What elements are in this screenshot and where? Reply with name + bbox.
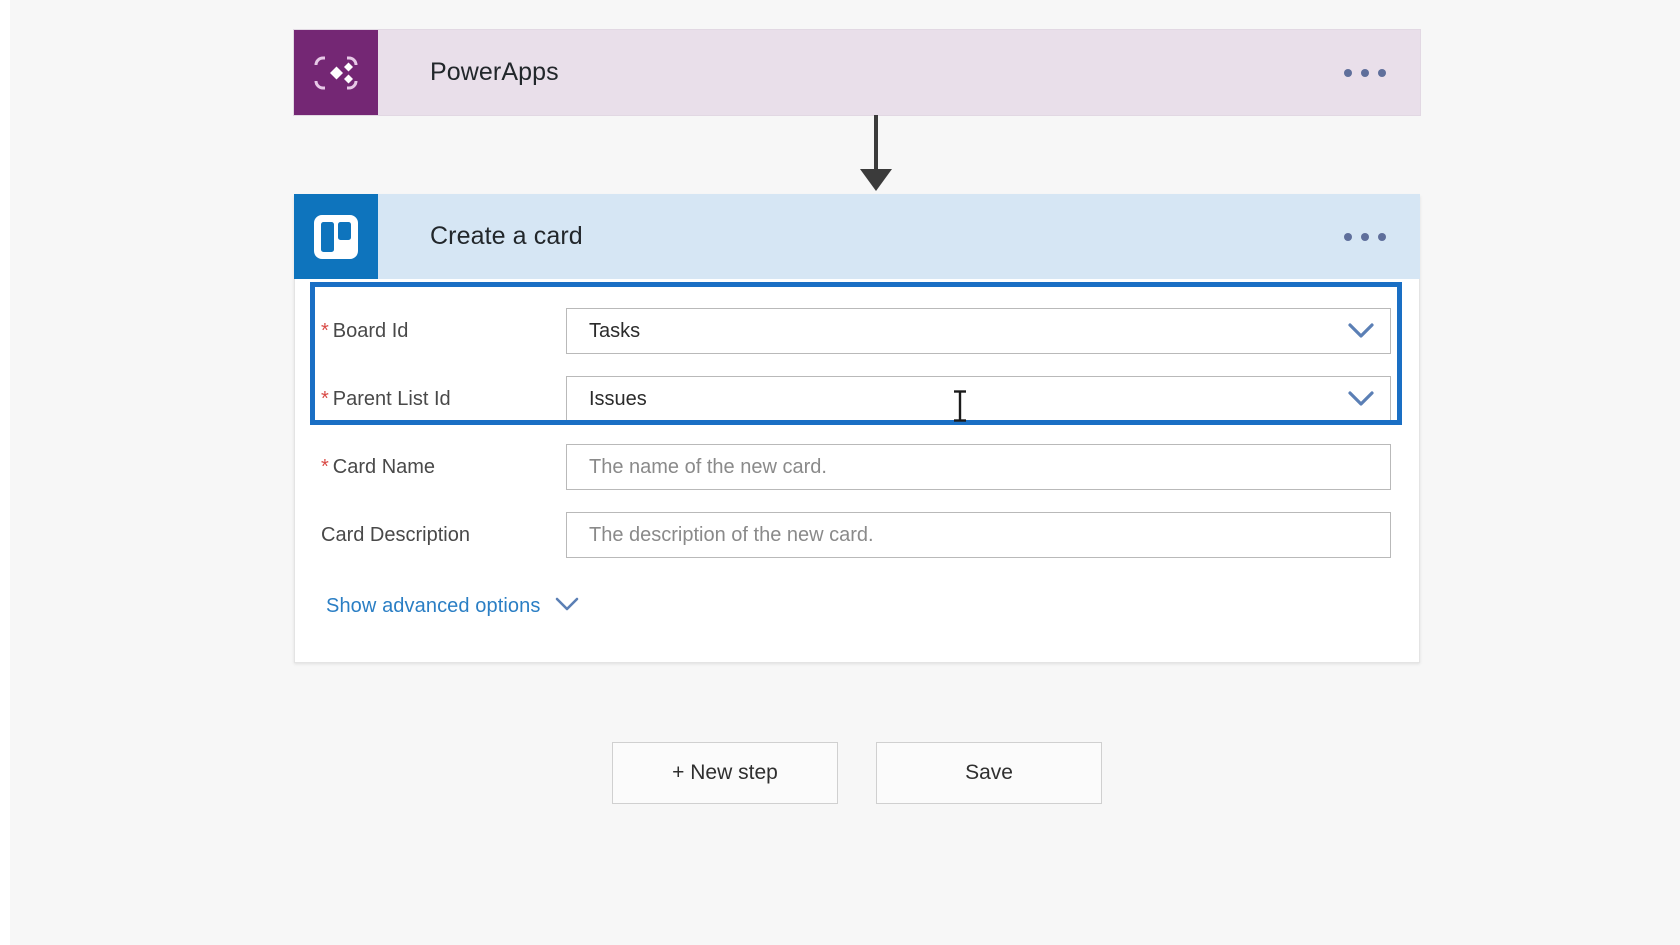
board-id-dropdown[interactable]: Tasks [566,308,1391,354]
flow-designer-canvas: PowerApps Create a card [0,0,1680,945]
chevron-down-icon[interactable] [1346,384,1376,414]
parent-list-id-value: Issues [589,388,1346,411]
ellipsis-dot [1344,69,1352,77]
required-marker: * [321,321,329,341]
ellipsis-dot [1361,69,1369,77]
field-row-parent-list-id: * Parent List Id Issues [295,365,1419,433]
trello-node-title: Create a card [378,194,1310,279]
parent-list-id-dropdown[interactable]: Issues [566,376,1391,422]
ellipsis-dot [1361,233,1369,241]
card-description-input-wrapper[interactable]: The description of the new card. [566,512,1391,558]
card-name-placeholder: The name of the new card. [589,456,1376,479]
powerapps-node-header[interactable]: PowerApps [294,30,1420,115]
card-description-placeholder: The description of the new card. [589,524,1376,547]
page-left-edge [0,0,10,945]
field-label-text: Card Description [321,524,470,547]
arrow-down-icon [846,115,906,195]
card-name-input-wrapper[interactable]: The name of the new card. [566,444,1391,490]
trello-node-ellipsis-icon[interactable] [1310,194,1420,279]
chevron-down-icon [554,596,580,617]
powerapps-node-title: PowerApps [378,30,1310,115]
field-label-text: Board Id [333,320,409,343]
field-label-card-description: Card Description [321,524,566,547]
ellipsis-dot [1344,233,1352,241]
create-card-form: * Board Id Tasks * Parent List Id [295,279,1419,662]
trello-node-header[interactable]: Create a card [294,194,1420,279]
powerapps-icon [294,30,378,115]
required-marker: * [321,389,329,409]
flow-node-powerapps[interactable]: PowerApps [294,30,1420,115]
field-label-text: Card Name [333,456,435,479]
field-row-card-name: * Card Name The name of the new card. [295,433,1419,501]
field-row-board-id: * Board Id Tasks [295,297,1419,365]
field-row-card-description: Card Description The description of the … [295,501,1419,569]
ellipsis-dot [1378,69,1386,77]
field-label-parent-list-id: * Parent List Id [321,388,566,411]
powerapps-node-ellipsis-icon[interactable] [1310,30,1420,115]
required-marker: * [321,457,329,477]
board-id-value: Tasks [589,320,1346,343]
flow-node-create-a-card[interactable]: Create a card * Board Id Tasks [294,195,1420,663]
show-advanced-options-link[interactable]: Show advanced options [295,595,580,618]
new-step-button[interactable]: + New step [612,742,838,804]
field-label-text: Parent List Id [333,388,451,411]
save-button[interactable]: Save [876,742,1102,804]
field-label-board-id: * Board Id [321,320,566,343]
trello-icon [294,194,378,279]
chevron-down-icon[interactable] [1346,316,1376,346]
flow-action-bar: + New step Save [612,742,1102,804]
ellipsis-dot [1378,233,1386,241]
field-label-card-name: * Card Name [321,456,566,479]
show-advanced-options-label: Show advanced options [326,595,540,618]
